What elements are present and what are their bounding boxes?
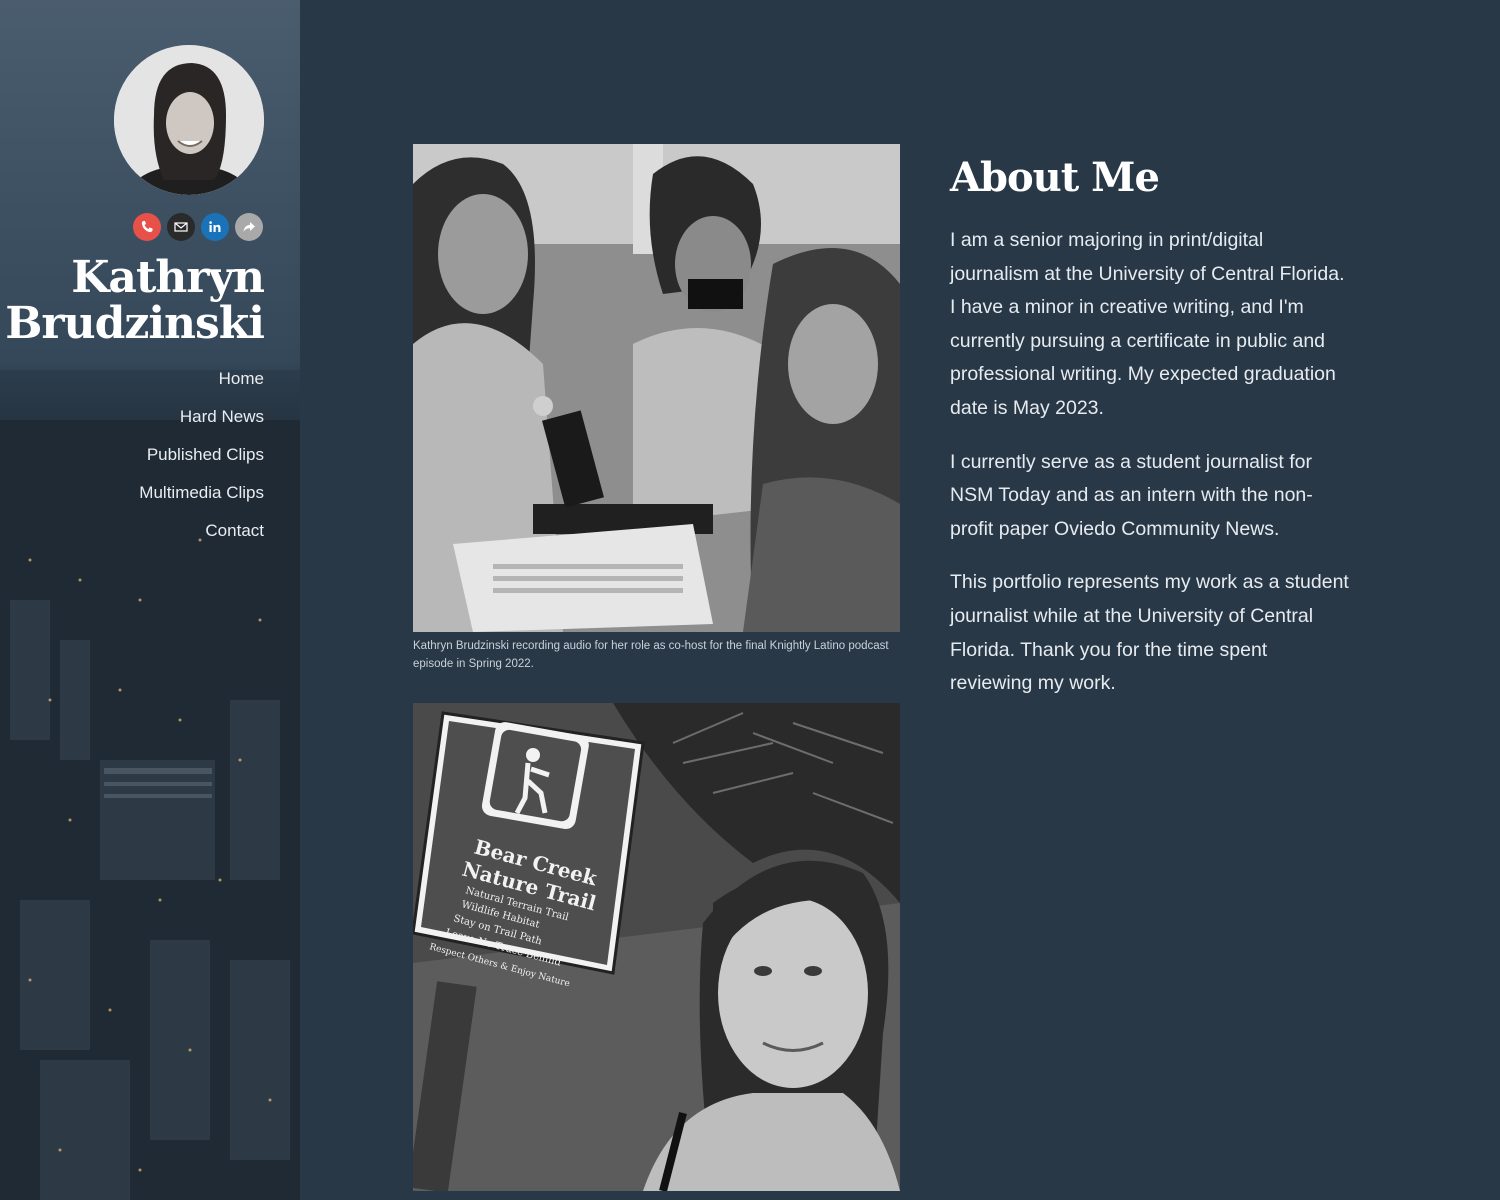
about-paragraph-1: I am a senior majoring in print/digital … (950, 229, 1345, 419)
avatar (114, 45, 264, 195)
main-navigation: Home Hard News Published Clips Multimedi… (139, 360, 264, 550)
about-paragraph-3: This portfolio represents my work as a s… (950, 571, 1349, 695)
nav-item-home[interactable]: Home (139, 360, 264, 398)
nav-item-published-clips[interactable]: Published Clips (139, 436, 264, 474)
podcast-recording-photo (413, 144, 900, 632)
about-paragraph-2: I currently serve as a student journalis… (950, 450, 1313, 540)
last-name[interactable]: Brudzinski (5, 301, 265, 347)
linkedin-icon[interactable] (201, 213, 229, 241)
social-links (133, 213, 263, 241)
first-name[interactable]: Kathryn (5, 255, 265, 301)
about-heading: About Me (950, 154, 1160, 201)
phone-icon[interactable] (133, 213, 161, 241)
email-icon[interactable] (167, 213, 195, 241)
nav-item-multimedia-clips[interactable]: Multimedia Clips (139, 474, 264, 512)
about-section: About Me I am a senior majoring in print… (950, 152, 1350, 721)
site-name[interactable]: Kathryn Brudzinski (5, 255, 265, 347)
photo-caption: Kathryn Brudzinski recording audio for h… (413, 640, 889, 670)
nav-item-hard-news[interactable]: Hard News (139, 398, 264, 436)
sidebar: Kathryn Brudzinski Home Hard News Publis… (0, 0, 300, 1200)
share-icon[interactable] (235, 213, 263, 241)
nature-trail-selfie-photo: Bear Creek Nature Trail Natural Terrain … (413, 703, 900, 1191)
nav-item-contact[interactable]: Contact (139, 512, 264, 550)
